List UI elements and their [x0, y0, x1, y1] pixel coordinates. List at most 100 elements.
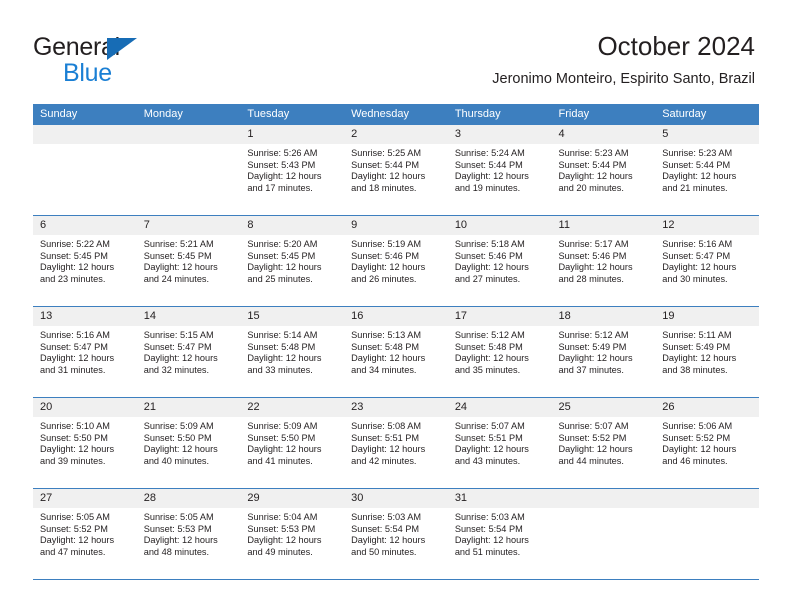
day-cell-inner: 3 Sunrise: 5:24 AM Sunset: 5:44 PM Daylight… [447, 125, 552, 215]
calendar-day-cell[interactable]: 21 Sunrise: 5:09 AM Sunset: 5:50 PM Dayligh… [136, 397, 241, 489]
day-number: 31 [447, 489, 552, 508]
daylight-text: Daylight: 12 hours and 34 minutes. [351, 353, 426, 375]
daylight-text: Daylight: 12 hours and 25 minutes. [247, 262, 322, 284]
day-details: Sunrise: 5:04 AM Sunset: 5:53 PM Daylight:… [240, 508, 344, 558]
triangle-icon [107, 38, 137, 60]
daylight-text: Daylight: 12 hours and 18 minutes. [351, 171, 426, 193]
weekday-header-monday: Monday [136, 104, 241, 125]
sunrise-text: Sunrise: 5:20 AM [247, 239, 318, 249]
sunset-text: Sunset: 5:46 PM [351, 250, 420, 261]
day-number: 9 [344, 216, 448, 235]
day-cell-inner: 15 Sunrise: 5:14 AM Sunset: 5:48 PM Dayligh… [240, 307, 345, 397]
calendar-day-cell[interactable]: 24 Sunrise: 5:07 AM Sunset: 5:51 PM Dayligh… [447, 397, 552, 489]
calendar-day-cell[interactable]: 12 Sunrise: 5:16 AM Sunset: 5:47 PM Dayligh… [655, 215, 759, 307]
calendar-day-cell[interactable]: 5 Sunrise: 5:23 AM Sunset: 5:44 PM Daylight… [655, 125, 759, 216]
calendar-day-cell[interactable]: 16 Sunrise: 5:13 AM Sunset: 5:48 PM Dayligh… [344, 306, 448, 398]
day-number: 24 [447, 398, 552, 417]
sunset-text: Sunset: 5:50 PM [143, 432, 212, 443]
weekday-header-tuesday: Tuesday [240, 104, 345, 125]
calendar-day-cell[interactable]: 30 Sunrise: 5:03 AM Sunset: 5:54 PM Dayligh… [344, 488, 448, 580]
calendar-day-cell[interactable]: 29 Sunrise: 5:04 AM Sunset: 5:53 PM Dayligh… [240, 488, 345, 580]
calendar-day-cell[interactable]: 10 Sunrise: 5:18 AM Sunset: 5:46 PM Dayligh… [447, 215, 552, 307]
weekday-header-thursday: Thursday [447, 104, 552, 125]
sunrise-text: Sunrise: 5:06 AM [662, 421, 733, 431]
calendar-day-cell-empty [655, 488, 759, 580]
day-number: 23 [344, 398, 448, 417]
day-number: 19 [655, 307, 759, 326]
calendar-day-cell[interactable]: 6 Sunrise: 5:22 AM Sunset: 5:45 PM Daylight… [33, 215, 137, 307]
page-subtitle: Jeronimo Monteiro, Espirito Santo, Brazi… [492, 71, 755, 87]
daylight-text: Daylight: 12 hours and 38 minutes. [662, 353, 737, 375]
day-cell-inner: 30 Sunrise: 5:03 AM Sunset: 5:54 PM Dayligh… [344, 489, 448, 579]
day-cell-inner: 22 Sunrise: 5:09 AM Sunset: 5:50 PM Dayligh… [240, 398, 345, 488]
sunrise-text: Sunrise: 5:08 AM [351, 421, 422, 431]
calendar-day-cell[interactable]: 11 Sunrise: 5:17 AM Sunset: 5:46 PM Dayligh… [551, 215, 656, 307]
weekday-header-wednesday: Wednesday [344, 104, 448, 125]
sunset-text: Sunset: 5:54 PM [454, 523, 523, 534]
day-cell-inner: 13 Sunrise: 5:16 AM Sunset: 5:47 PM Dayligh… [33, 307, 137, 397]
calendar-day-cell[interactable]: 4 Sunrise: 5:23 AM Sunset: 5:44 PM Daylight… [551, 125, 656, 216]
calendar-day-cell[interactable]: 17 Sunrise: 5:12 AM Sunset: 5:48 PM Dayligh… [447, 306, 552, 398]
sunset-text: Sunset: 5:43 PM [247, 159, 316, 170]
day-number: 4 [551, 125, 656, 144]
day-details: Sunrise: 5:09 AM Sunset: 5:50 PM Daylight:… [137, 417, 241, 467]
daylight-text: Daylight: 12 hours and 50 minutes. [351, 535, 426, 557]
calendar-day-cell[interactable]: 27 Sunrise: 5:05 AM Sunset: 5:52 PM Dayligh… [33, 488, 137, 580]
day-details: Sunrise: 5:12 AM Sunset: 5:49 PM Daylight:… [552, 326, 656, 376]
day-details: Sunrise: 5:08 AM Sunset: 5:51 PM Daylight:… [344, 417, 448, 467]
calendar-day-cell[interactable]: 2 Sunrise: 5:25 AM Sunset: 5:44 PM Daylight… [344, 125, 448, 216]
calendar-day-cell[interactable]: 23 Sunrise: 5:08 AM Sunset: 5:51 PM Dayligh… [344, 397, 448, 489]
calendar-week-row: 27 Sunrise: 5:05 AM Sunset: 5:52 PM Dayligh… [33, 488, 759, 580]
calendar-day-cell[interactable]: 19 Sunrise: 5:11 AM Sunset: 5:49 PM Dayligh… [655, 306, 759, 398]
sunrise-text: Sunrise: 5:18 AM [454, 239, 525, 249]
calendar-day-cell[interactable]: 7 Sunrise: 5:21 AM Sunset: 5:45 PM Daylight… [136, 215, 241, 307]
weekday-header-saturday: Saturday [655, 104, 759, 125]
calendar-day-cell[interactable]: 20 Sunrise: 5:10 AM Sunset: 5:50 PM Dayligh… [33, 397, 137, 489]
daylight-text: Daylight: 12 hours and 20 minutes. [558, 171, 633, 193]
day-details: Sunrise: 5:07 AM Sunset: 5:52 PM Daylight:… [552, 417, 656, 467]
daylight-text: Daylight: 12 hours and 46 minutes. [662, 444, 737, 466]
calendar-day-cell[interactable]: 26 Sunrise: 5:06 AM Sunset: 5:52 PM Dayligh… [655, 397, 759, 489]
title-block: October 2024 Jeronimo Monteiro, Espirito… [492, 30, 755, 88]
calendar-day-cell[interactable]: 3 Sunrise: 5:24 AM Sunset: 5:44 PM Daylight… [447, 125, 552, 216]
calendar-day-cell[interactable]: 14 Sunrise: 5:15 AM Sunset: 5:47 PM Dayligh… [136, 306, 241, 398]
day-number: 7 [136, 216, 241, 235]
daylight-text: Daylight: 12 hours and 24 minutes. [143, 262, 218, 284]
day-details: Sunrise: 5:10 AM Sunset: 5:50 PM Daylight:… [33, 417, 137, 467]
day-number: 10 [447, 216, 552, 235]
daylight-text: Daylight: 12 hours and 33 minutes. [247, 353, 322, 375]
calendar-day-cell[interactable]: 9 Sunrise: 5:19 AM Sunset: 5:46 PM Daylight… [344, 215, 448, 307]
calendar-day-cell[interactable]: 13 Sunrise: 5:16 AM Sunset: 5:47 PM Dayligh… [33, 306, 137, 398]
calendar-day-cell[interactable]: 18 Sunrise: 5:12 AM Sunset: 5:49 PM Dayligh… [551, 306, 656, 398]
sunset-text: Sunset: 5:46 PM [558, 250, 627, 261]
sunrise-text: Sunrise: 5:23 AM [662, 148, 733, 158]
daylight-text: Daylight: 12 hours and 30 minutes. [662, 262, 737, 284]
daylight-text: Daylight: 12 hours and 19 minutes. [454, 171, 529, 193]
calendar-day-cell[interactable]: 25 Sunrise: 5:07 AM Sunset: 5:52 PM Dayligh… [551, 397, 656, 489]
day-number: 22 [240, 398, 345, 417]
calendar-day-cell[interactable]: 22 Sunrise: 5:09 AM Sunset: 5:50 PM Dayligh… [240, 397, 345, 489]
calendar-day-cell[interactable]: 31 Sunrise: 5:03 AM Sunset: 5:54 PM Dayligh… [447, 488, 552, 580]
calendar-day-cell[interactable]: 1 Sunrise: 5:26 AM Sunset: 5:43 PM Daylight… [240, 125, 345, 216]
sunrise-text: Sunrise: 5:09 AM [247, 421, 318, 431]
day-cell-inner: 5 Sunrise: 5:23 AM Sunset: 5:44 PM Daylight… [655, 125, 759, 215]
daylight-text: Daylight: 12 hours and 49 minutes. [247, 535, 322, 557]
day-details: Sunrise: 5:12 AM Sunset: 5:48 PM Daylight:… [448, 326, 552, 376]
sunrise-text: Sunrise: 5:13 AM [351, 330, 422, 340]
day-details: Sunrise: 5:25 AM Sunset: 5:44 PM Daylight:… [344, 144, 448, 194]
daylight-text: Daylight: 12 hours and 26 minutes. [351, 262, 426, 284]
day-number [136, 125, 241, 144]
daylight-text: Daylight: 12 hours and 39 minutes. [40, 444, 115, 466]
general-blue-logo[interactable]: General Blue [33, 33, 233, 89]
day-cell-inner: 27 Sunrise: 5:05 AM Sunset: 5:52 PM Dayligh… [33, 489, 137, 579]
day-number: 29 [240, 489, 345, 508]
day-cell-inner [655, 489, 759, 579]
day-number: 8 [240, 216, 345, 235]
sunrise-text: Sunrise: 5:05 AM [40, 512, 110, 522]
calendar-day-cell[interactable]: 28 Sunrise: 5:05 AM Sunset: 5:53 PM Dayligh… [136, 488, 241, 580]
day-details: Sunrise: 5:15 AM Sunset: 5:47 PM Daylight:… [137, 326, 241, 376]
calendar-day-cell[interactable]: 8 Sunrise: 5:20 AM Sunset: 5:45 PM Daylight… [240, 215, 345, 307]
day-cell-inner [136, 125, 241, 215]
calendar-day-cell[interactable]: 15 Sunrise: 5:14 AM Sunset: 5:48 PM Dayligh… [240, 306, 345, 398]
day-details: Sunrise: 5:22 AM Sunset: 5:45 PM Daylight:… [33, 235, 137, 285]
